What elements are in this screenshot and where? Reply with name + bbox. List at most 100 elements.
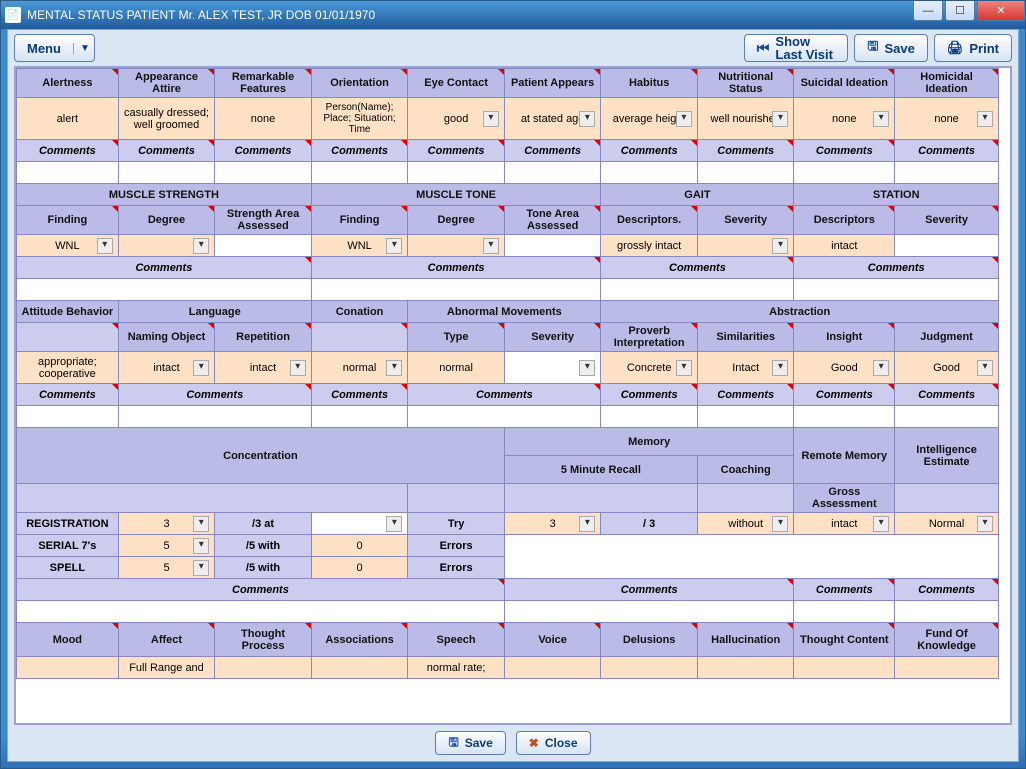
cmt-1-9[interactable]: Comments [895,140,999,162]
val-gait-sev[interactable] [697,235,794,257]
val-recall[interactable]: 3 [504,513,601,535]
val-remarkable[interactable]: none [215,98,312,140]
menu-button[interactable]: Menu ▼ [14,34,95,62]
val-mood[interactable] [17,657,119,679]
inp-1-0[interactable] [17,162,119,184]
val-s7-extra[interactable]: 0 [311,535,408,557]
val-ms-area[interactable] [215,235,312,257]
cmt-proverb[interactable]: Comments [601,384,698,406]
cmt-remote[interactable]: Comments [794,579,895,601]
inp-1-3[interactable] [311,162,408,184]
inp-3-4[interactable] [601,406,698,428]
val-speech[interactable]: normal rate; [408,657,505,679]
cmt-ms[interactable]: Comments [17,257,312,279]
val-remote[interactable]: intact [794,513,895,535]
inp-mt[interactable] [311,279,601,301]
blank-memory[interactable] [504,535,998,579]
val-similar[interactable]: Intact [697,352,794,384]
inp-1-1[interactable] [118,162,215,184]
val-abn-sev[interactable] [504,352,601,384]
inp-1-4[interactable] [408,162,505,184]
val-reg-score[interactable]: 3 [118,513,215,535]
val-attitude[interactable]: appropriate; cooperative [17,352,119,384]
cmt-abn[interactable]: Comments [408,384,601,406]
val-naming[interactable]: intact [118,352,215,384]
val-proverb[interactable]: Concrete [601,352,698,384]
val-mt-finding[interactable]: WNL [311,235,408,257]
val-patientappears[interactable]: at stated age [504,98,601,140]
minimize-button[interactable]: — [913,1,943,21]
val-halluc[interactable] [697,657,794,679]
inp-4-3[interactable] [895,601,999,623]
val-nutrition[interactable]: well nourished [697,98,794,140]
save-bottom-button[interactable]: 🖫 Save [435,731,505,755]
val-s7-score[interactable]: 5 [118,535,215,557]
cmt-gait[interactable]: Comments [601,257,794,279]
cmt-station[interactable]: Comments [794,257,999,279]
close-bottom-button[interactable]: ✖ Close [516,731,591,755]
inp-3-2[interactable] [311,406,408,428]
cmt-1-3[interactable]: Comments [311,140,408,162]
cmt-1-6[interactable]: Comments [601,140,698,162]
inp-3-5[interactable] [697,406,794,428]
val-insight[interactable]: Good [794,352,895,384]
val-assoc[interactable] [311,657,408,679]
val-appearance[interactable]: casually dressed; well groomed [118,98,215,140]
cmt-judgment[interactable]: Comments [895,384,999,406]
cmt-1-7[interactable]: Comments [697,140,794,162]
inp-3-6[interactable] [794,406,895,428]
val-alertness[interactable]: alert [17,98,119,140]
inp-gait[interactable] [601,279,794,301]
inp-3-3[interactable] [408,406,601,428]
val-orientation[interactable]: Person(Name); Place; Situation; Time [311,98,408,140]
val-iq[interactable]: Normal [895,513,999,535]
val-station-desc[interactable]: intact [794,235,895,257]
inp-4-1[interactable] [504,601,794,623]
val-mt-area[interactable] [504,235,601,257]
cmt-mt[interactable]: Comments [311,257,601,279]
print-button[interactable]: 🖨 Print [934,34,1012,62]
cmt-1-1[interactable]: Comments [118,140,215,162]
grid-scroll-area[interactable]: Alertness Appearance Attire Remarkable F… [14,66,1012,725]
val-repetition[interactable]: intact [215,352,312,384]
inp-1-6[interactable] [601,162,698,184]
val-coach[interactable]: without [697,513,794,535]
show-last-visit-button[interactable]: ⏮ Show Last Visit [744,34,849,62]
val-mt-degree[interactable] [408,235,505,257]
val-reg-extra[interactable] [311,513,408,535]
inp-1-9[interactable] [895,162,999,184]
inp-4-0[interactable] [17,601,505,623]
val-suicidal[interactable]: none [794,98,895,140]
val-homicidal[interactable]: none [895,98,999,140]
cmt-concentration[interactable]: Comments [17,579,505,601]
inp-station[interactable] [794,279,999,301]
val-thoughtcontent[interactable] [794,657,895,679]
val-gait-desc[interactable]: grossly intact [601,235,698,257]
cmt-language[interactable]: Comments [118,384,311,406]
cmt-attitude[interactable]: Comments [17,384,119,406]
inp-1-5[interactable] [504,162,601,184]
cmt-conation[interactable]: Comments [311,384,408,406]
val-ms-degree[interactable] [118,235,215,257]
val-voice[interactable] [504,657,601,679]
cmt-1-0[interactable]: Comments [17,140,119,162]
val-eyecontact[interactable]: good [408,98,505,140]
inp-1-7[interactable] [697,162,794,184]
cmt-iq[interactable]: Comments [895,579,999,601]
inp-1-2[interactable] [215,162,312,184]
cmt-similar[interactable]: Comments [697,384,794,406]
val-fund[interactable] [895,657,999,679]
val-conation[interactable]: normal [311,352,408,384]
val-judgment[interactable]: Good [895,352,999,384]
val-spell-extra[interactable]: 0 [311,557,408,579]
val-spell-score[interactable]: 5 [118,557,215,579]
close-window-button[interactable]: ✕ [977,1,1025,21]
val-ms-finding[interactable]: WNL [17,235,119,257]
val-thoughtproc[interactable] [215,657,312,679]
val-habitus[interactable]: average height [601,98,698,140]
val-station-sev[interactable] [895,235,999,257]
inp-ms[interactable] [17,279,312,301]
inp-3-7[interactable] [895,406,999,428]
inp-3-1[interactable] [118,406,311,428]
val-affect[interactable]: Full Range and [118,657,215,679]
